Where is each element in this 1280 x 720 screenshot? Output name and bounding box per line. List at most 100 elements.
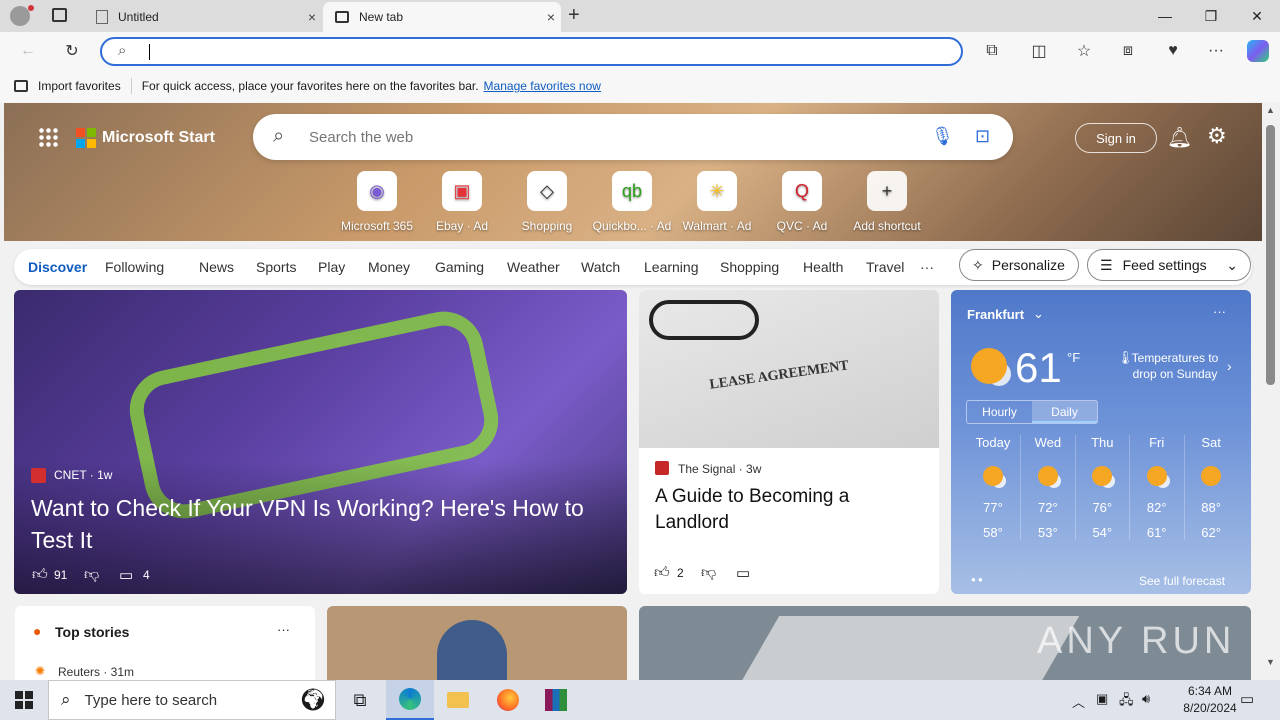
nav-item-2[interactable]: News xyxy=(199,259,234,275)
nav-item-10[interactable]: Shopping xyxy=(720,259,779,275)
tab-new-tab[interactable]: New tab × xyxy=(323,2,561,32)
profile-icon[interactable] xyxy=(10,6,30,26)
microphone-icon[interactable]: 🎙︎ xyxy=(931,126,954,147)
more-menu-icon[interactable]: ··· xyxy=(1201,36,1231,66)
tab-hourly[interactable]: Hourly xyxy=(967,401,1032,423)
web-search-box[interactable]: ⌕ Search the web 🎙︎ ⊡ xyxy=(253,114,1013,160)
split-screen-icon[interactable]: ◫ xyxy=(1024,36,1054,66)
more-options-icon[interactable]: ··· xyxy=(277,622,290,637)
back-icon[interactable]: ← xyxy=(13,36,43,66)
notifications-icon[interactable]: 🔔︎ xyxy=(1167,125,1192,150)
new-tab-button[interactable]: + xyxy=(568,4,580,27)
weather-widget[interactable]: Frankfurt ⌄ ··· 61 °F 🌡︎ Temperatures to… xyxy=(951,290,1251,594)
tab-daily[interactable]: Daily xyxy=(1032,401,1097,423)
scroll-up-icon[interactable]: ▲ xyxy=(1266,105,1275,115)
news-card-vpn[interactable]: CNET · 1w Want to Check If Your VPN Is W… xyxy=(14,290,627,594)
tray-chevron-icon[interactable]: ︿ xyxy=(1072,692,1085,711)
firefox-icon[interactable] xyxy=(484,680,532,720)
nav-item-6[interactable]: Gaming xyxy=(435,259,484,275)
comment-icon[interactable]: ▭ xyxy=(119,566,133,584)
low-temp: 53° xyxy=(1038,525,1058,540)
forecast-day[interactable]: Thu 76° 54° xyxy=(1074,435,1129,540)
settings-icon[interactable]: ⚙ xyxy=(1207,123,1227,149)
minimize-button[interactable]: — xyxy=(1142,0,1188,32)
network-icon[interactable]: 🖧︎ xyxy=(1119,691,1134,713)
task-view-icon[interactable]: ⧉ xyxy=(336,680,384,720)
shortcut-1[interactable]: ▣ Ebay · Ad xyxy=(422,171,502,233)
edge-taskbar-icon[interactable] xyxy=(386,680,434,720)
shortcut-3[interactable]: qb Quickbo... · Ad xyxy=(592,171,672,233)
app-launcher-icon[interactable] xyxy=(38,127,58,147)
like-icon[interactable]: 👍︎ xyxy=(654,564,670,582)
manage-favorites-link[interactable]: Manage favorites now xyxy=(484,79,601,93)
nav-item-1[interactable]: Following xyxy=(105,259,164,275)
maximize-button[interactable]: ❐ xyxy=(1188,0,1234,32)
weather-alert[interactable]: Temperatures to drop on Sunday xyxy=(1129,350,1221,382)
nav-item-8[interactable]: Watch xyxy=(581,259,620,275)
nav-item-9[interactable]: Learning xyxy=(644,259,699,275)
forecast-day[interactable]: Fri 82° 61° xyxy=(1129,435,1183,540)
collections-icon[interactable]: ⧈ xyxy=(1113,36,1143,66)
visual-search-icon[interactable]: ⊡ xyxy=(975,126,990,147)
page-scrollbar[interactable]: ▲ ▼ xyxy=(1262,103,1280,680)
nav-item-12[interactable]: Travel xyxy=(866,259,904,275)
shortcut-5[interactable]: Q QVC · Ad xyxy=(762,171,842,233)
taskbar-search[interactable]: ⌕ Type here to search 🌍︎ xyxy=(48,680,336,720)
nav-item-7[interactable]: Weather xyxy=(507,259,560,275)
close-tab-icon[interactable]: × xyxy=(541,9,561,25)
forecast-day[interactable]: Sat 88° 62° xyxy=(1183,435,1238,540)
dislike-icon[interactable]: 👎︎ xyxy=(84,566,99,584)
nav-item-11[interactable]: Health xyxy=(803,259,843,275)
news-card-man-coffee[interactable] xyxy=(327,606,627,680)
city-name[interactable]: Frankfurt xyxy=(967,307,1024,322)
comment-icon[interactable]: ▭ xyxy=(736,564,750,582)
close-window-button[interactable]: ✕ xyxy=(1234,0,1280,32)
favorites-icon[interactable]: ☆ xyxy=(1069,36,1099,66)
winrar-icon[interactable] xyxy=(532,680,580,720)
shortcut-4[interactable]: ✳ Walmart · Ad xyxy=(677,171,757,233)
copilot-icon[interactable] xyxy=(1243,36,1273,66)
extensions-icon[interactable]: ⧉ xyxy=(977,36,1007,66)
chevron-down-icon[interactable]: ⌄ xyxy=(1033,306,1044,322)
brand-name[interactable]: Microsoft Start xyxy=(102,129,215,147)
notification-center-icon[interactable]: ▭ xyxy=(1240,690,1254,708)
chevron-right-icon[interactable]: › xyxy=(1227,358,1232,374)
headline[interactable]: Want to Check If Your VPN Is Working? He… xyxy=(31,492,611,556)
tray-device-icon[interactable]: ▣ xyxy=(1096,691,1108,707)
sign-in-button[interactable]: Sign in xyxy=(1075,123,1157,153)
import-favorites-button[interactable]: Import favorites xyxy=(38,79,121,93)
personalize-button[interactable]: ✧ Personalize xyxy=(959,249,1079,281)
nav-item-3[interactable]: Sports xyxy=(256,259,296,275)
address-bar[interactable]: ⌕ xyxy=(100,37,963,66)
volume-icon[interactable]: 🔊︎ xyxy=(1142,691,1150,707)
clock-time[interactable]: 6:34 AM xyxy=(1172,684,1248,698)
nav-item-0[interactable]: Discover xyxy=(28,259,87,275)
forecast-day[interactable]: Today 77° 58° xyxy=(966,435,1020,540)
news-card-landlord[interactable]: LEASE AGREEMENT The Signal · 3w A Guide … xyxy=(639,290,939,594)
scroll-thumb[interactable] xyxy=(1266,125,1275,385)
shortcut-6[interactable]: + Add shortcut xyxy=(847,171,927,233)
tab-untitled[interactable]: Untitled × xyxy=(88,2,322,32)
scroll-down-icon[interactable]: ▼ xyxy=(1266,657,1275,667)
dislike-icon[interactable]: 👎︎ xyxy=(701,564,716,582)
clock-date[interactable]: 8/20/2024 xyxy=(1172,701,1248,715)
like-icon[interactable]: 👍︎ xyxy=(32,566,48,584)
close-tab-icon[interactable]: × xyxy=(302,9,322,25)
shortcut-2[interactable]: ◇ Shopping xyxy=(507,171,587,233)
forecast-day[interactable]: Wed 72° 53° xyxy=(1020,435,1074,540)
see-full-forecast-link[interactable]: See full forecast xyxy=(1139,574,1225,588)
shortcut-0[interactable]: ◉ Microsoft 365 xyxy=(337,171,417,233)
file-explorer-icon[interactable] xyxy=(434,680,482,720)
browser-essentials-icon[interactable]: ♥ xyxy=(1158,36,1188,66)
nav-item-5[interactable]: Money xyxy=(368,259,410,275)
news-card-house[interactable]: ANY RUN xyxy=(639,606,1251,680)
headline[interactable]: A Guide to Becoming a Landlord xyxy=(655,484,915,536)
nav-item-4[interactable]: Play xyxy=(318,259,345,275)
tab-actions-icon[interactable] xyxy=(52,8,67,22)
top-stories-card[interactable]: ● Top stories ··· ✺ Reuters · 31m xyxy=(15,606,315,680)
refresh-icon[interactable]: ↻ xyxy=(57,36,87,66)
start-button[interactable] xyxy=(0,680,48,720)
nav-item-13[interactable]: ··· xyxy=(920,259,934,275)
more-options-icon[interactable]: ··· xyxy=(1213,304,1226,319)
feed-settings-button[interactable]: ☰ Feed settings ⌄ xyxy=(1087,249,1251,281)
